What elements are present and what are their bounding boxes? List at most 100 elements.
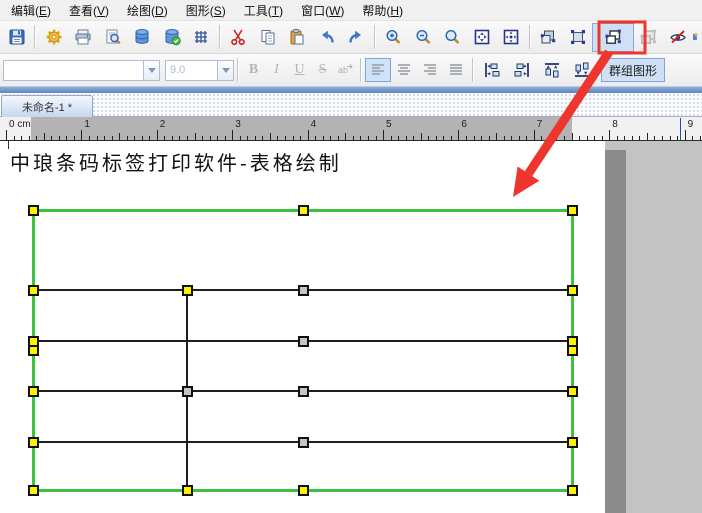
selection-handle[interactable] (567, 345, 578, 356)
toolbar-separator (219, 25, 221, 49)
grid-button[interactable] (186, 23, 215, 51)
selection-handle[interactable] (182, 485, 193, 496)
group-button[interactable] (592, 23, 633, 52)
toolbar-divider (0, 86, 702, 93)
dist-bottom-icon (573, 61, 591, 79)
char-spacing-icon: ab (337, 61, 355, 79)
cut-button[interactable] (224, 23, 253, 51)
menu-t[interactable]: 工具(T) (235, 0, 292, 21)
ruler-tick (639, 136, 640, 140)
selection-handle[interactable] (28, 285, 39, 296)
save-icon (8, 28, 26, 46)
document-tab[interactable]: 未命名-1 * (1, 95, 93, 117)
distribute-top-button[interactable] (537, 58, 567, 82)
settings-button[interactable] (39, 23, 68, 51)
selection-handle-midpoint[interactable] (298, 386, 309, 397)
selection-handle[interactable] (567, 285, 578, 296)
selection-handle[interactable] (567, 485, 578, 496)
menu-h[interactable]: 帮助(H) (353, 0, 412, 21)
paste-icon (288, 28, 306, 46)
ruler-tick (330, 136, 331, 140)
save-button[interactable] (2, 23, 31, 51)
ruler-cursor-indicator (680, 118, 681, 140)
combine-button[interactable] (534, 23, 563, 51)
ruler-tick (247, 136, 248, 140)
ruler-tick (308, 130, 309, 140)
ruler-tick (436, 136, 437, 140)
edit-partial-button[interactable] (692, 23, 702, 51)
ruler-tick (51, 136, 52, 140)
redo-button[interactable] (341, 23, 370, 51)
selection-handle[interactable] (298, 485, 309, 496)
scissors-icon (229, 28, 247, 46)
menu-s[interactable]: 图形(S) (177, 0, 235, 21)
ruler-tick (360, 136, 361, 140)
ruler-tick (104, 136, 105, 140)
underline-button: U (288, 58, 311, 82)
ruler-tick (66, 136, 67, 140)
undo-button[interactable] (312, 23, 341, 51)
ruler-label: 5 (386, 119, 392, 130)
font-family-dropdown-icon[interactable] (143, 60, 160, 81)
ruler-tick (270, 133, 271, 140)
ruler-tick (89, 136, 90, 140)
ruler-tick (277, 136, 278, 140)
selection-handle[interactable] (298, 205, 309, 216)
design-canvas[interactable]: 中琅条码标签打印软件-表格绘制 (0, 141, 702, 513)
print-button[interactable] (69, 23, 98, 51)
selection-handle[interactable] (567, 386, 578, 397)
menu-v[interactable]: 查看(V) (60, 0, 118, 21)
ruler-tick (602, 136, 603, 140)
selection-handle-midpoint[interactable] (298, 285, 309, 296)
database-connect-button[interactable] (157, 23, 186, 51)
align-left-button[interactable] (365, 58, 391, 82)
selection-handle-midpoint[interactable] (298, 437, 309, 448)
distribute-left-button[interactable] (477, 58, 507, 82)
ungroup-button (634, 23, 663, 51)
ruler-tick (29, 136, 30, 140)
font-family-select[interactable] (3, 60, 144, 81)
fit-window-button[interactable] (496, 23, 525, 51)
selection-handle[interactable] (28, 437, 39, 448)
selection-handle[interactable] (28, 386, 39, 397)
font-size-dropdown-icon[interactable] (217, 60, 234, 81)
hide-object-button[interactable] (663, 23, 692, 51)
selection-handle[interactable] (28, 485, 39, 496)
ruler-tick (142, 136, 143, 140)
ruler-label: 9 (688, 119, 694, 130)
database-button[interactable] (128, 23, 157, 51)
table-outer-border[interactable] (32, 209, 574, 492)
ruler-tick (74, 136, 75, 140)
zoom-button[interactable] (437, 23, 466, 51)
ruler-tick (338, 136, 339, 140)
menu-d[interactable]: 绘图(D) (118, 0, 177, 21)
ruler-tick (345, 133, 346, 140)
fit-page-button[interactable] (467, 23, 496, 51)
selection-handle[interactable] (567, 437, 578, 448)
selection-handle[interactable] (28, 205, 39, 216)
menu-e[interactable]: 编辑(E) (2, 0, 60, 21)
anchor-button[interactable] (563, 23, 592, 51)
print-preview-button[interactable] (98, 23, 127, 51)
redo-arrow-icon (347, 28, 365, 46)
ruler-tick (21, 136, 22, 140)
distribute-right-button[interactable] (507, 58, 537, 82)
font-size-select[interactable]: 9.0 (165, 60, 218, 81)
page-origin-marker (8, 141, 9, 149)
distribute-bottom-button[interactable] (567, 58, 597, 82)
zoom-out-button[interactable] (408, 23, 437, 51)
paste-button[interactable] (283, 23, 312, 51)
menu-w[interactable]: 窗口(W) (292, 0, 353, 21)
selection-handle-midpoint[interactable] (298, 336, 309, 347)
selection-handle[interactable] (567, 205, 578, 216)
selection-handle[interactable] (28, 345, 39, 356)
zoom-in-button[interactable] (379, 23, 408, 51)
align-center-button[interactable] (391, 58, 417, 82)
copy-button[interactable] (253, 23, 282, 51)
align-justify-button[interactable] (443, 58, 469, 82)
align-right-button[interactable] (417, 58, 443, 82)
selection-handle-midpoint[interactable] (182, 386, 193, 397)
ruler-tick (376, 136, 377, 140)
selection-handle[interactable] (182, 285, 193, 296)
gear-icon (45, 28, 63, 46)
